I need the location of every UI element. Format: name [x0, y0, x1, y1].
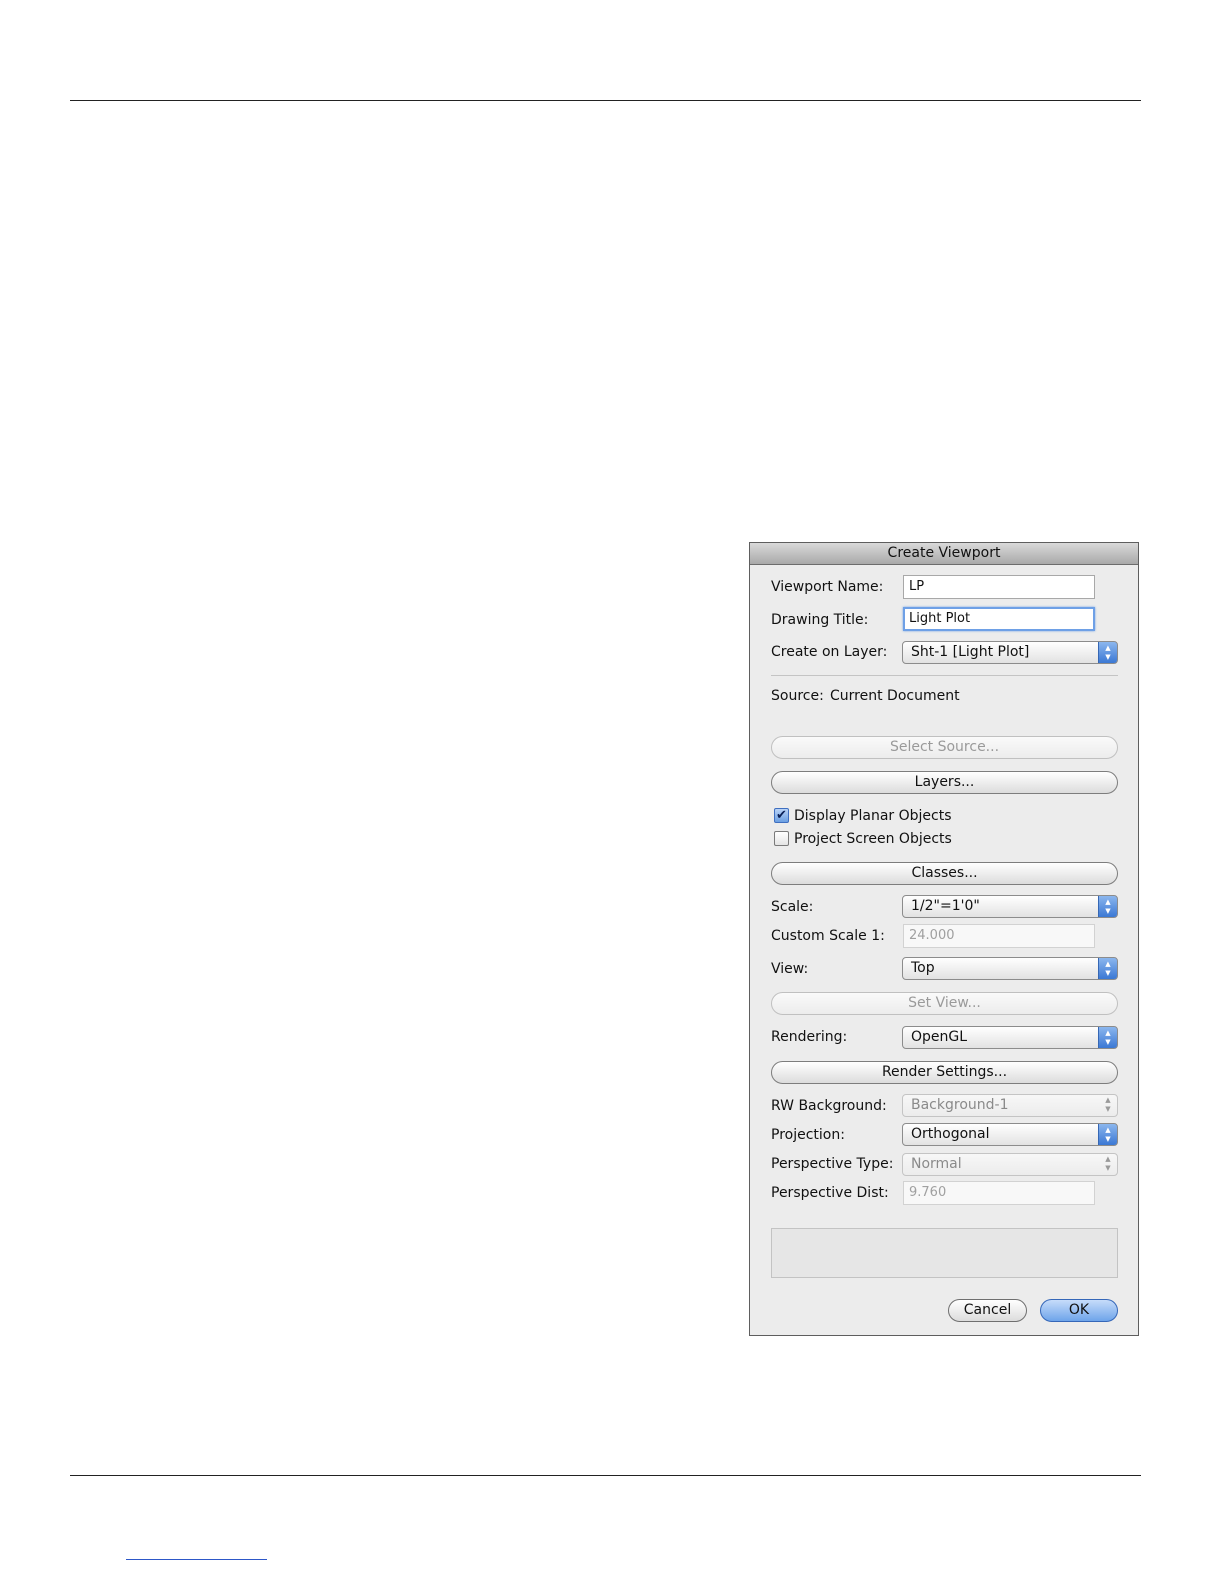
projection-select[interactable]: Orthogonal ▲ ▼	[902, 1123, 1118, 1146]
header-rule	[70, 100, 1141, 101]
separator	[771, 675, 1118, 676]
perspective-type-select[interactable]: Normal ▲ ▼	[902, 1153, 1118, 1176]
drawing-title-label: Drawing Title:	[771, 612, 869, 628]
scale-select[interactable]: 1/2"=1'0" ▲ ▼	[902, 895, 1118, 918]
footer-rule	[70, 1475, 1141, 1476]
create-viewport-dialog: Create Viewport Viewport Name: LP Drawin…	[749, 542, 1139, 1336]
project-screen-objects-checkbox[interactable]	[774, 831, 789, 846]
rw-background-select[interactable]: Background-1 ▲ ▼	[902, 1094, 1118, 1117]
display-planar-objects-checkbox[interactable]: ✔	[774, 808, 789, 823]
custom-scale-field[interactable]: 24.000	[903, 924, 1095, 948]
viewport-name-field[interactable]: LP	[903, 575, 1095, 599]
perspective-dist-field[interactable]: 9.760	[903, 1181, 1095, 1205]
view-value: Top	[911, 960, 935, 976]
classes-button[interactable]: Classes...	[771, 862, 1118, 885]
render-settings-button[interactable]: Render Settings...	[771, 1061, 1118, 1084]
view-label: View:	[771, 961, 809, 977]
popup-arrows-icon: ▲ ▼	[1098, 642, 1117, 663]
perspective-type-value: Normal	[911, 1156, 962, 1172]
set-view-button[interactable]: Set View...	[771, 992, 1118, 1015]
dialog-title: Create Viewport	[750, 543, 1138, 565]
scale-value: 1/2"=1'0"	[911, 898, 980, 914]
popup-arrows-icon: ▲ ▼	[1098, 896, 1117, 917]
source-value: Current Document	[830, 688, 960, 704]
select-source-button[interactable]: Select Source...	[771, 736, 1118, 759]
message-area	[771, 1228, 1118, 1278]
perspective-dist-label: Perspective Dist:	[771, 1185, 889, 1201]
scale-label: Scale:	[771, 899, 814, 915]
create-on-layer-value: Sht-1 [Light Plot]	[911, 644, 1030, 660]
project-screen-objects-label: Project Screen Objects	[794, 831, 952, 847]
rendering-label: Rendering:	[771, 1029, 848, 1045]
rendering-select[interactable]: OpenGL ▲ ▼	[902, 1026, 1118, 1049]
view-select[interactable]: Top ▲ ▼	[902, 957, 1118, 980]
projection-value: Orthogonal	[911, 1126, 990, 1142]
rw-background-label: RW Background:	[771, 1098, 887, 1114]
footnote-link-underline	[126, 1559, 267, 1560]
perspective-type-label: Perspective Type:	[771, 1156, 894, 1172]
rendering-value: OpenGL	[911, 1029, 968, 1045]
layers-button[interactable]: Layers...	[771, 771, 1118, 794]
popup-arrows-icon: ▲ ▼	[1098, 1124, 1117, 1145]
ok-button[interactable]: OK	[1040, 1299, 1118, 1322]
custom-scale-label: Custom Scale 1:	[771, 928, 885, 944]
cancel-button[interactable]: Cancel	[948, 1299, 1027, 1322]
drawing-title-field[interactable]: Light Plot	[903, 607, 1095, 631]
viewport-name-label: Viewport Name:	[771, 579, 884, 595]
display-planar-objects-label: Display Planar Objects	[794, 808, 952, 824]
create-on-layer-label: Create on Layer:	[771, 644, 888, 660]
popup-arrows-icon: ▲ ▼	[1105, 1096, 1111, 1113]
projection-label: Projection:	[771, 1127, 845, 1143]
create-on-layer-select[interactable]: Sht-1 [Light Plot] ▲ ▼	[902, 641, 1118, 664]
popup-arrows-icon: ▲ ▼	[1098, 1027, 1117, 1048]
popup-arrows-icon: ▲ ▼	[1105, 1155, 1111, 1172]
popup-arrows-icon: ▲ ▼	[1098, 958, 1117, 979]
checkmark-icon: ✔	[776, 808, 787, 823]
rw-background-value: Background-1	[911, 1097, 1009, 1113]
source-label: Source:	[771, 688, 824, 704]
